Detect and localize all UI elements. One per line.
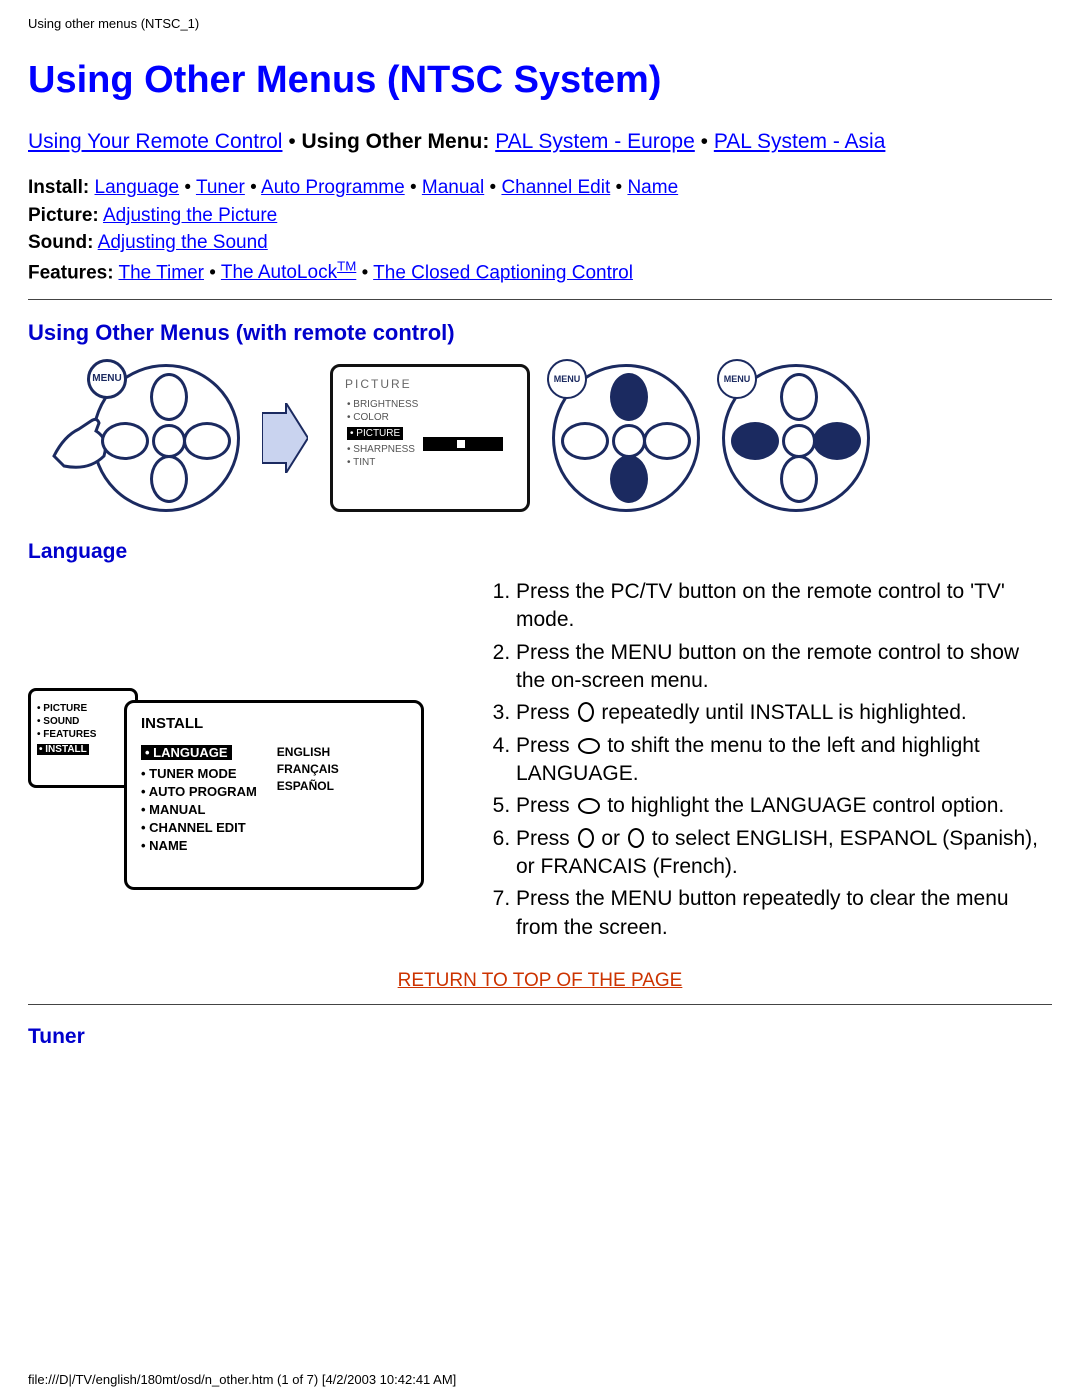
dpad-vertical-icon <box>578 828 594 848</box>
arrow-right-icon <box>262 403 308 473</box>
install-label: Install: <box>28 177 89 198</box>
link-closed-caption[interactable]: The Closed Captioning Control <box>373 262 633 283</box>
osd-item: • BRIGHTNESS <box>347 399 519 410</box>
lang-option: ESPAÑOL <box>277 779 339 793</box>
step-item: Press the MENU button repeatedly to clea… <box>516 885 1052 942</box>
menu-item: • SOUND <box>37 716 129 727</box>
separator: • <box>288 130 301 153</box>
top-nav: Using Your Remote Control • Using Other … <box>28 128 1052 156</box>
pad-up-icon <box>150 373 188 421</box>
link-sound[interactable]: Adjusting the Sound <box>98 232 268 253</box>
sub-nav: Install: Language • Tuner • Auto Program… <box>28 174 1052 287</box>
menu-item: • AUTO PROGRAM <box>141 784 257 799</box>
link-picture[interactable]: Adjusting the Picture <box>103 205 277 226</box>
dpad-horizontal-icon <box>578 798 600 814</box>
osd-picture-panel: PICTURE • BRIGHTNESS • COLOR • PICTURE •… <box>330 364 530 512</box>
panel-title: INSTALL <box>141 715 407 732</box>
menu-button-icon: MENU <box>717 359 757 399</box>
current-section-label: Using Other Menu: <box>302 130 490 153</box>
step-item: Press repeatedly until INSTALL is highli… <box>516 699 1052 727</box>
pad-right-icon <box>643 422 691 460</box>
sound-label: Sound: <box>28 232 93 253</box>
header-path: Using other menus (NTSC_1) <box>28 16 1052 31</box>
link-timer[interactable]: The Timer <box>118 262 204 283</box>
pad-left-active-icon <box>731 422 779 460</box>
menu-item: • FEATURES <box>37 729 129 740</box>
separator: • <box>701 130 714 153</box>
remote-diagram-row: MENU PICTURE • BRIGHTNESS • COLOR • PICT… <box>28 364 1052 512</box>
divider <box>28 1004 1052 1005</box>
osd-item-selected: • PICTURE <box>347 427 403 440</box>
menu-button-icon: MENU <box>87 359 127 399</box>
center-button-icon <box>612 424 646 458</box>
pad-up-active-icon <box>610 373 648 421</box>
step-item: Press or to select ENGLISH, ESPANOL (Spa… <box>516 825 1052 882</box>
step-item: Press to shift the menu to the left and … <box>516 732 1052 789</box>
center-button-icon <box>152 424 186 458</box>
pad-down-icon <box>780 455 818 503</box>
step-item: Press to highlight the LANGUAGE control … <box>516 792 1052 820</box>
menu-item: • NAME <box>141 838 257 853</box>
link-pal-europe[interactable]: PAL System - Europe <box>495 130 695 153</box>
link-remote-control[interactable]: Using Your Remote Control <box>28 130 282 153</box>
footer-path: file:///D|/TV/english/180mt/osd/n_other.… <box>28 1372 456 1387</box>
remote-wheel-vertical: MENU <box>552 364 700 512</box>
trademark-icon: TM <box>337 259 356 274</box>
pad-right-active-icon <box>813 422 861 460</box>
osd-slider-icon <box>423 437 503 451</box>
features-label: Features: <box>28 262 114 283</box>
menu-button-icon: MENU <box>547 359 587 399</box>
link-install-language[interactable]: Language <box>95 177 180 198</box>
section-heading-tuner: Tuner <box>28 1025 1052 1049</box>
link-install-autoprog[interactable]: Auto Programme <box>261 177 405 198</box>
dpad-horizontal-icon <box>578 738 600 754</box>
remote-wheel-press-menu: MENU <box>92 364 240 512</box>
link-return-top[interactable]: RETURN TO TOP OF THE PAGE <box>398 970 683 991</box>
link-install-manual[interactable]: Manual <box>422 177 484 198</box>
link-autolock[interactable]: The AutoLockTM <box>221 262 356 283</box>
pad-down-active-icon <box>610 455 648 503</box>
pad-up-icon <box>780 373 818 421</box>
language-steps: Press the PC/TV button on the remote con… <box>476 578 1052 942</box>
pad-down-icon <box>150 455 188 503</box>
link-install-channeledit[interactable]: Channel Edit <box>501 177 610 198</box>
divider <box>28 299 1052 300</box>
menu-item-selected: • INSTALL <box>37 744 89 755</box>
link-pal-asia[interactable]: PAL System - Asia <box>714 130 886 153</box>
small-menu-panel: • PICTURE • SOUND • FEATURES • INSTALL <box>28 688 138 788</box>
return-to-top: RETURN TO TOP OF THE PAGE <box>28 968 1052 992</box>
menu-item-selected: • LANGUAGE <box>141 745 232 760</box>
menu-item: • MANUAL <box>141 802 257 817</box>
pad-left-icon <box>561 422 609 460</box>
remote-wheel-horizontal: MENU <box>722 364 870 512</box>
osd-item: • TINT <box>347 457 519 468</box>
picture-label: Picture: <box>28 205 99 226</box>
link-install-tuner[interactable]: Tuner <box>196 177 245 198</box>
pad-right-icon <box>183 422 231 460</box>
center-button-icon <box>782 424 816 458</box>
section-heading-remote: Using Other Menus (with remote control) <box>28 320 1052 346</box>
lang-option: FRANÇAIS <box>277 762 339 776</box>
install-detail-panel: INSTALL • LANGUAGE • TUNER MODE • AUTO P… <box>124 700 424 890</box>
section-heading-language: Language <box>28 540 1052 564</box>
step-item: Press the PC/TV button on the remote con… <box>516 578 1052 635</box>
osd-title: PICTURE <box>345 377 519 391</box>
osd-item: • COLOR <box>347 412 519 423</box>
dpad-vertical-icon <box>578 702 594 722</box>
step-item: Press the MENU button on the remote cont… <box>516 639 1052 696</box>
dpad-vertical-icon <box>628 828 644 848</box>
install-menu-graphic: • PICTURE • SOUND • FEATURES • INSTALL I… <box>28 688 428 898</box>
menu-item: • CHANNEL EDIT <box>141 820 257 835</box>
lang-option: ENGLISH <box>277 745 339 759</box>
page-title: Using Other Menus (NTSC System) <box>28 59 1052 102</box>
menu-item: • PICTURE <box>37 703 129 714</box>
menu-item: • TUNER MODE <box>141 766 257 781</box>
pad-left-icon <box>101 422 149 460</box>
link-install-name[interactable]: Name <box>627 177 678 198</box>
